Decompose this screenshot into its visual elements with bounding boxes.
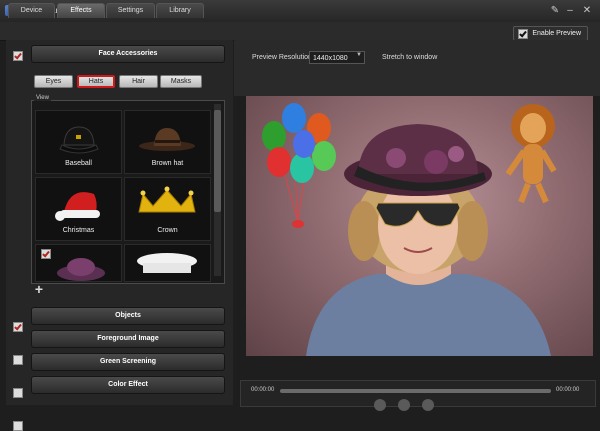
item-purple-hat[interactable] [35, 244, 122, 282]
category-hats-button[interactable]: Hats [77, 75, 115, 88]
objects-header[interactable]: Objects [31, 307, 225, 325]
seek-slider[interactable] [280, 389, 551, 393]
item-white-cap[interactable] [124, 244, 211, 282]
green-screening-checkbox[interactable] [13, 388, 23, 398]
add-item-icon[interactable]: + [33, 282, 45, 296]
player-bar [240, 380, 596, 407]
white-cap-icon [137, 253, 197, 278]
webcam-preview[interactable] [246, 96, 593, 356]
category-eyes-button[interactable]: Eyes [34, 75, 73, 88]
play-button[interactable] [398, 399, 410, 411]
face-accessories-header[interactable]: Face Accessories [31, 45, 225, 63]
purple-hat-icon [57, 258, 105, 281]
foreground-image-header[interactable]: Foreground Image [31, 330, 225, 348]
previous-button[interactable] [374, 399, 386, 411]
item-label: Brown hat [151, 160, 184, 167]
item-label: Baseball [65, 160, 92, 167]
scrollbar-thumb[interactable] [214, 110, 221, 212]
time-end: 00:00:00 [556, 387, 580, 393]
item-label: Christmas [62, 227, 95, 234]
tab-device[interactable]: Device [8, 3, 55, 18]
tab-bar [0, 22, 600, 41]
item-crown[interactable]: Crown [124, 177, 211, 241]
preview-scene-image [262, 103, 557, 356]
face-accessories-checkbox[interactable] [13, 51, 23, 61]
color-effect-checkbox[interactable] [13, 421, 23, 431]
color-effect-header[interactable]: Color Effect [31, 376, 225, 394]
time-start: 00:00:00 [251, 387, 275, 393]
enable-preview-label: Enable Preview [532, 30, 581, 37]
chevron-down-icon[interactable]: ▼ [356, 52, 362, 58]
minimize-icon[interactable]: – [563, 4, 577, 17]
tab-settings[interactable]: Settings [106, 3, 155, 18]
crown-icon [138, 186, 196, 213]
item-baseball[interactable]: Baseball [35, 110, 122, 174]
pin-icon[interactable]: ✎ [548, 4, 562, 17]
baseball-cap-icon [59, 126, 99, 154]
santa-hat-icon [55, 192, 100, 221]
item-label: Crown [157, 227, 178, 234]
item-brown-hat[interactable]: Brown hat [124, 110, 211, 174]
enable-preview-checkbox[interactable] [518, 28, 529, 39]
preview-resolution-label: Preview Resolution: [252, 54, 314, 61]
green-screening-header[interactable]: Green Screening [31, 353, 225, 371]
enable-preview-toggle[interactable]: Enable Preview [513, 26, 588, 41]
item-christmas[interactable]: Christmas [35, 177, 122, 241]
category-hair-button[interactable]: Hair [119, 75, 158, 88]
next-button[interactable] [422, 399, 434, 411]
tab-effects[interactable]: Effects [57, 3, 105, 18]
view-label: View [34, 95, 51, 101]
foreground-image-checkbox[interactable] [13, 355, 23, 365]
brown-hat-icon [139, 128, 195, 151]
close-icon[interactable]: ✕ [580, 4, 594, 17]
preview-toolbar [234, 40, 600, 96]
tab-library[interactable]: Library [156, 3, 204, 18]
stretch-to-window-label: Stretch to window [382, 54, 438, 61]
objects-checkbox[interactable] [13, 322, 23, 332]
category-masks-button[interactable]: Masks [160, 75, 202, 88]
